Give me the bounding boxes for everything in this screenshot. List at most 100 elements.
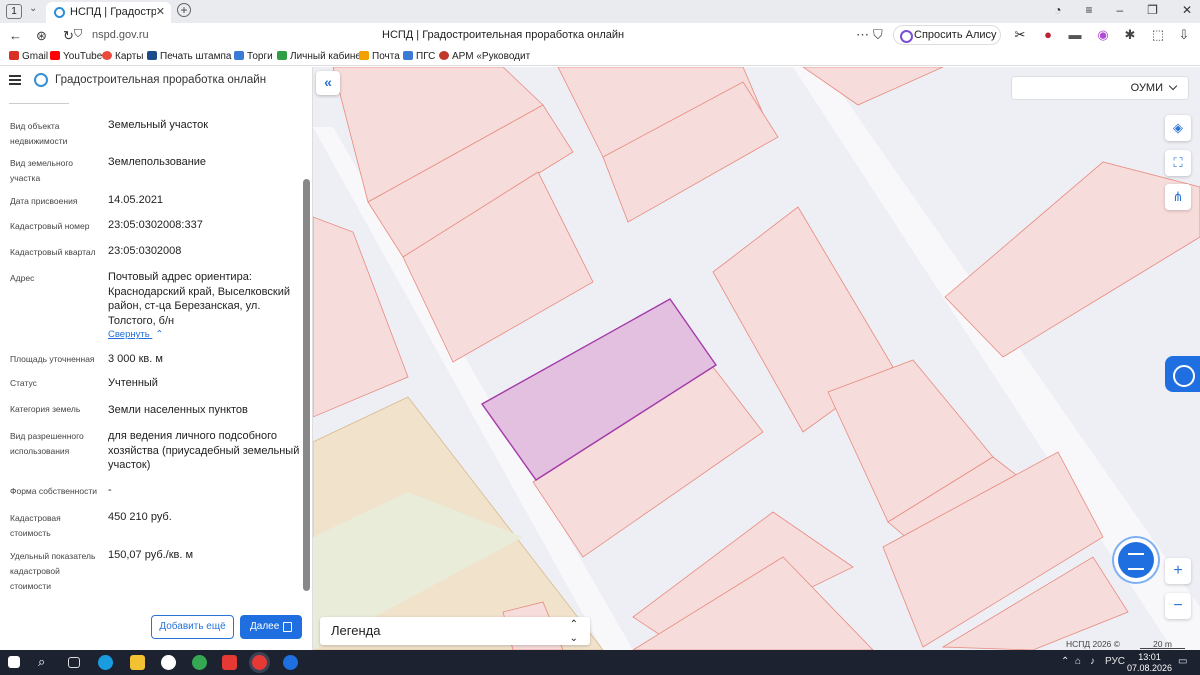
tab-counter[interactable]: 1 [6,4,22,19]
profile-icon[interactable]: ◔ [1054,3,1061,17]
extension-hat-icon[interactable]: ▬ [1068,28,1082,42]
extension-tools-icon[interactable]: ✂ [1013,28,1027,42]
maximize-icon[interactable]: ❐ [1147,3,1158,17]
map-copyright: НСПД 2026 © [1066,639,1121,649]
page-title: НСПД | Градостроительная проработка онла… [382,29,625,41]
app-icon[interactable] [161,655,176,670]
collapse-link[interactable]: Свернуть ⌃ [108,329,163,340]
pgs-icon [403,51,413,60]
add-more-button[interactable]: Добавить ещё [151,615,234,639]
property-value: Землепользование [108,156,207,168]
zoom-in-icon[interactable]: + [1165,558,1191,584]
chat-icon[interactable] [1118,542,1154,578]
select-area-icon[interactable]: ⛶ [1165,150,1191,176]
next-button[interactable]: Далее [240,615,302,639]
extension-circle-icon[interactable]: ◉ [1096,28,1110,42]
hamburger-menu-icon[interactable] [9,75,21,85]
property-label: Адрес [10,273,35,283]
yandex-shield-icon[interactable]: ⊛ [36,28,47,44]
expand-legend-icon[interactable]: ⌃ ⌄ [570,617,578,646]
edge-icon[interactable] [98,655,113,670]
maps-icon [102,51,112,60]
browser-tab-bar: 1 ⌄ НСПД | Градостроительная ✕ + ◔ ≡ – ❐… [0,0,1200,23]
legend-panel[interactable]: Легенда ⌃ ⌄ [320,617,590,645]
clock-date: 07.08.2026 [1127,662,1173,673]
property-value: 14.05.2021 [108,194,164,206]
notifications-icon[interactable]: ▭ [1178,656,1187,667]
explorer-icon[interactable] [130,655,145,670]
task-view-icon[interactable] [68,657,80,668]
property-label: Удельный показатель кадастровой стоимост… [10,551,96,591]
property-value: Земли населенных пунктов [108,404,248,416]
bookmark-item[interactable]: Печать штампа о [147,51,240,62]
more-icon[interactable]: ⋯ [856,27,869,43]
bookmark-item[interactable]: АРМ «Руководит [439,51,530,62]
sidebar-scrollbar[interactable] [303,179,310,591]
property-label: Площадь уточненная [10,354,95,364]
property-label: Вид разрешенного использования [10,431,84,456]
parcel [944,161,1200,358]
layer-select[interactable]: ОУМИ [1011,76,1189,100]
property-sidebar: Градостроительная проработка онлайн Вид … [0,67,313,650]
share-icon[interactable]: ⋔ [1165,184,1191,210]
bookmark-item[interactable]: YouTube [50,51,102,62]
mail-icon [359,51,369,60]
start-icon[interactable] [8,656,20,668]
layers-icon[interactable]: ◈ [1165,115,1191,141]
bookmark-item[interactable]: Торги [234,51,273,62]
bookmark-item[interactable]: Личный кабинет [277,51,365,62]
extension-ladybug-icon[interactable]: ● [1041,28,1055,42]
clock[interactable]: 13:01 07.08.2026 [1127,652,1172,673]
yandex-icon[interactable] [222,655,237,670]
ask-alice-button[interactable]: Спросить Алису AI [893,25,1001,59]
status-value: Учтенный [108,377,158,389]
extensions-icon[interactable]: ✱ [1123,28,1137,42]
yandex-browser-icon[interactable] [252,655,267,670]
back-icon[interactable]: ← [9,28,22,43]
download-icon[interactable]: ⇩ [1177,28,1191,42]
property-label: Вид объекта недвижимости [10,121,68,146]
menu-icon[interactable]: ≡ [1085,3,1092,17]
property-value: - [108,484,112,496]
network-icon[interactable]: ⌂ [1075,656,1081,667]
tab-title: НСПД | Градостроительная [70,6,156,18]
bookmark-item[interactable]: Gmail [9,51,48,62]
clock-time: 13:01 [1138,652,1161,662]
map-layer [313,67,1200,650]
bookmark-item[interactable]: ПГС [403,51,435,62]
help-widget-icon[interactable] [1165,356,1200,392]
close-window-icon[interactable]: ✕ [1182,3,1192,17]
cadastral-quarter[interactable]: 23:05:0302008 [108,244,300,259]
new-tab-icon[interactable]: + [177,3,191,17]
minimize-icon[interactable]: – [1116,3,1123,17]
legend-label: Легенда [331,623,381,638]
tray-chevron-icon[interactable]: ⌃ [1061,656,1069,667]
reload-icon[interactable]: ↻ [63,28,74,44]
close-tab-icon[interactable]: ✕ [156,5,165,18]
property-label: Кадастровая стоимость [10,513,61,538]
browser-tab[interactable]: НСПД | Градостроительная ✕ [46,2,171,23]
map-canvas[interactable] [313,67,1200,650]
language-indicator[interactable]: РУС [1105,656,1125,667]
app-title: Градостроительная проработка онлайн [55,74,267,86]
search-icon[interactable]: ⌕ [38,654,53,669]
tab-list-chevron-icon[interactable]: ⌄ [29,3,37,14]
arm-icon [439,51,449,60]
chrome-icon[interactable] [192,655,207,670]
bookmark-icon[interactable]: ⛉ [873,27,883,43]
bookmark-item[interactable]: Почта [359,51,400,62]
collapse-panel-icon[interactable]: « [316,71,340,95]
collapse-label: Свернуть [108,329,150,340]
chevron-up-icon: ⌃ [155,329,164,340]
zoom-out-icon[interactable]: − [1165,593,1191,619]
site-favicon-icon [54,7,65,18]
map-app-icon[interactable] [283,655,298,670]
cadastral-number[interactable]: 23:05:0302008:337 [108,218,300,233]
site-info-icon[interactable]: ⛉ [74,28,82,41]
sidebar-header: Градостроительная проработка онлайн [0,67,313,99]
bookmarks-bar: Gmail YouTube Карты Печать штампа о Торг… [0,48,1200,66]
volume-icon[interactable]: ♪ [1090,656,1095,667]
collections-icon[interactable]: ⬚ [1151,28,1165,42]
bookmark-item[interactable]: Карты [102,51,144,62]
url-field[interactable]: nspd.gov.ru [92,29,149,41]
